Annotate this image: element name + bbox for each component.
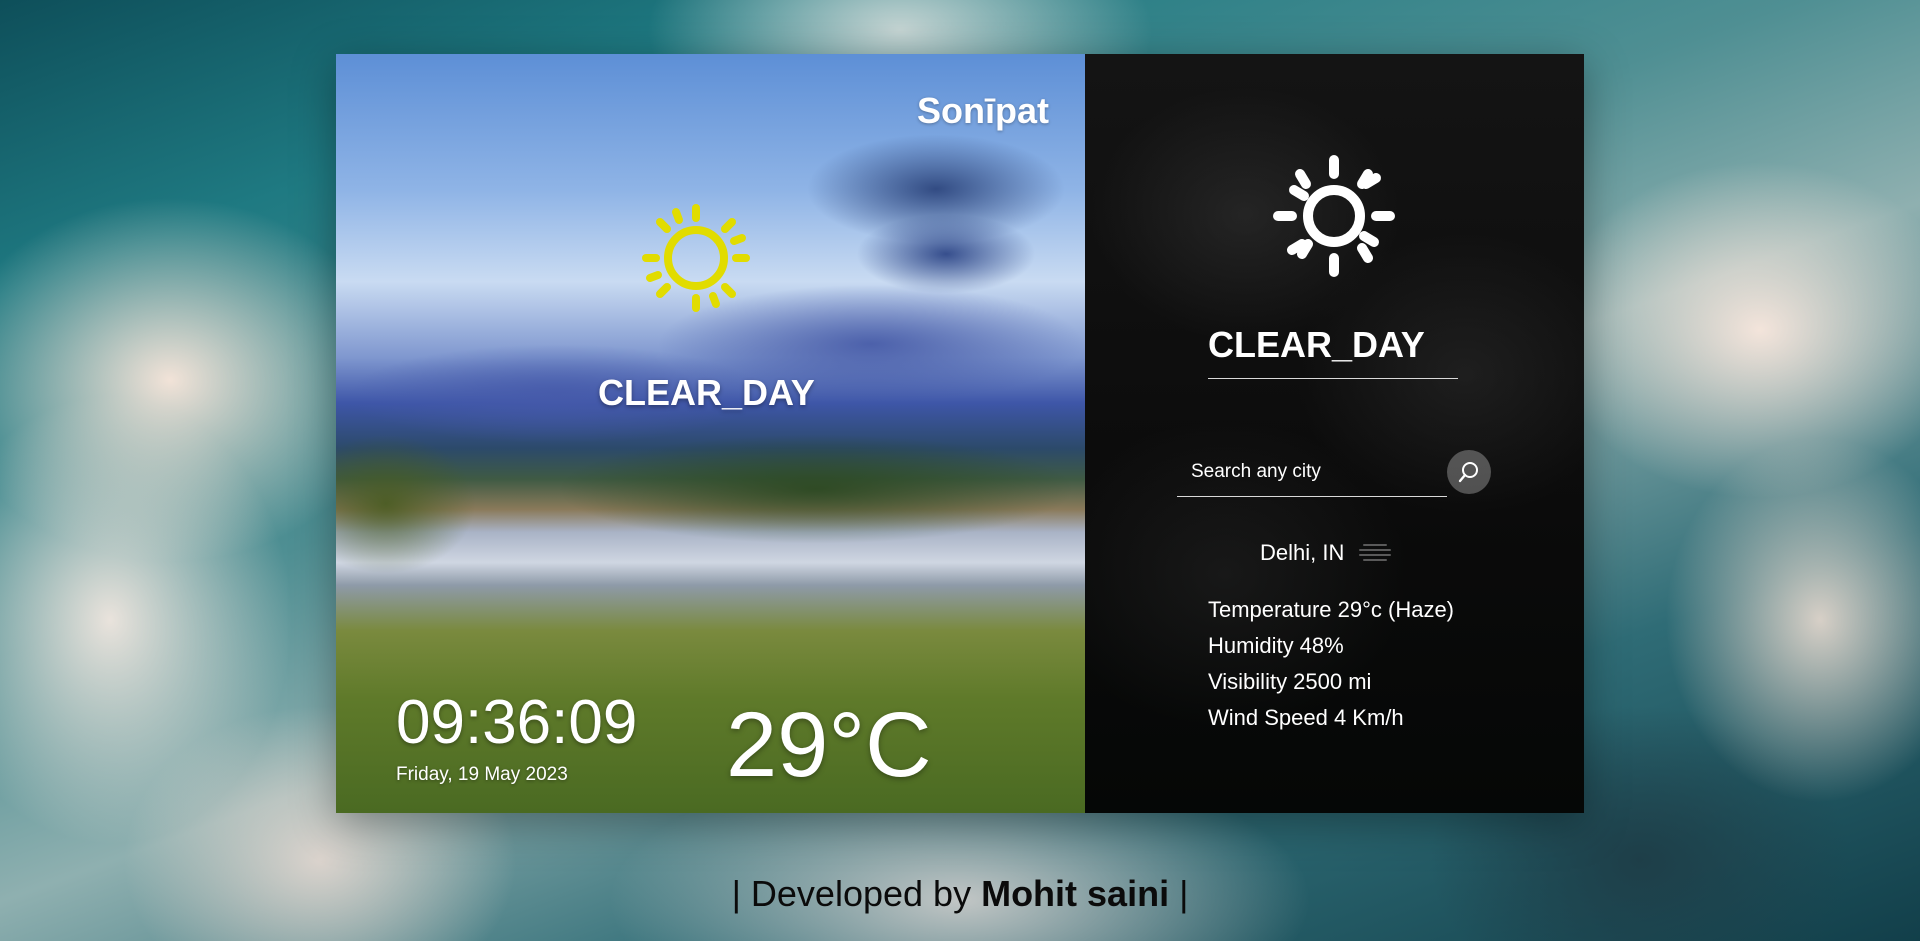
condition-heading: CLEAR_DAY	[1208, 324, 1458, 379]
weather-card: Sonīpat CLEAR_DAY 09:36:09 Friday, 19 Ma…	[336, 54, 1584, 813]
background-trees	[556, 434, 1076, 544]
sun-icon	[642, 204, 750, 312]
city-name: Sonīpat	[917, 90, 1049, 131]
detail-visibility: Visibility 2500 mi	[1208, 669, 1372, 694]
city-search-input[interactable]	[1177, 448, 1447, 496]
search-panel: CLEAR_DAY Delhi, IN Temperature 29°	[1085, 54, 1584, 813]
detail-humidity: Humidity 48%	[1208, 633, 1344, 658]
detail-temperature: Temperature 29°c (Haze)	[1208, 597, 1455, 622]
current-date: Friday, 19 May 2023	[396, 764, 568, 785]
condition-label: CLEAR_DAY	[598, 372, 815, 413]
sun-icon	[1273, 155, 1395, 277]
footer-author: Mohit saini	[981, 873, 1170, 914]
footer-suffix: |	[1169, 873, 1189, 914]
current-time: 09:36:09	[396, 688, 638, 757]
footer-credit: | Developed by Mohit saini |	[0, 873, 1920, 915]
location-label: Delhi, IN	[1260, 540, 1345, 565]
weather-details: Temperature 29°c (Haze) Humidity 48% Vis…	[1208, 592, 1454, 736]
search-field	[1177, 448, 1447, 497]
background-trees	[336, 434, 476, 574]
search-icon	[1458, 462, 1478, 483]
detail-wind-speed: Wind Speed 4 Km/h	[1208, 705, 1404, 730]
search-button[interactable]	[1447, 450, 1491, 494]
footer-prefix: | Developed by	[731, 873, 982, 914]
current-temperature: 29°C	[726, 694, 932, 796]
current-weather-panel: Sonīpat CLEAR_DAY 09:36:09 Friday, 19 Ma…	[336, 54, 1085, 813]
background-cloud	[856, 214, 1036, 294]
haze-icon	[1359, 544, 1392, 561]
location-row: Delhi, IN	[1260, 540, 1392, 566]
